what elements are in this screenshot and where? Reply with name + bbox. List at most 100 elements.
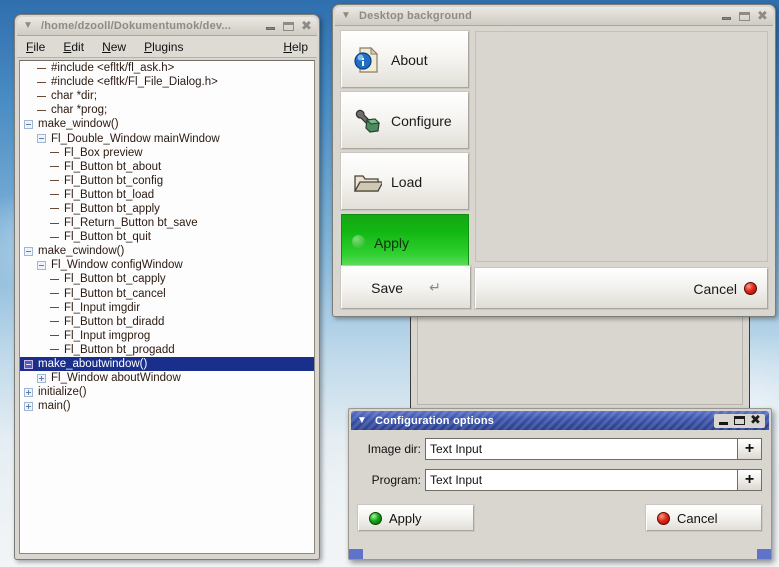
tree-node[interactable]: make_cwindow() — [20, 244, 314, 258]
configuration-options-window[interactable]: ▼ Configuration options ✖ Image dir: Tex… — [348, 408, 772, 560]
minimize-icon[interactable] — [717, 415, 730, 427]
menu-item-plugins[interactable]: Plugins — [135, 37, 192, 57]
save-button[interactable]: Save ↵ — [341, 266, 471, 309]
chevron-down-icon[interactable]: ▼ — [337, 9, 355, 24]
editor-window-controls[interactable]: ✖ — [264, 20, 313, 33]
menu-item-file[interactable]: File — [17, 37, 54, 57]
configure-button[interactable]: Configure — [341, 92, 469, 149]
collapse-toggle-icon[interactable] — [35, 134, 48, 144]
configure-button-label: Configure — [391, 112, 452, 129]
tree-node[interactable]: Fl_Button bt_diradd — [20, 315, 314, 329]
green-led-icon — [369, 511, 382, 525]
load-button[interactable]: Load — [341, 153, 469, 210]
config-apply-button[interactable]: Apply — [358, 505, 474, 531]
close-icon[interactable]: ✖ — [756, 10, 769, 23]
collapse-toggle-icon[interactable] — [22, 359, 35, 369]
tree-node-label: Fl_Input imgprog — [64, 329, 151, 342]
maximize-icon[interactable] — [733, 415, 746, 427]
tree-node[interactable]: Fl_Input imgprog — [20, 329, 314, 343]
tree-node[interactable]: Fl_Button bt_about — [20, 160, 314, 174]
collapse-toggle-icon[interactable] — [22, 119, 35, 129]
tree-node[interactable]: make_aboutwindow() — [20, 356, 314, 372]
tree-node-label: Fl_Button bt_apply — [64, 202, 160, 215]
tree-node[interactable]: initialize() — [20, 385, 314, 399]
tree-node[interactable]: Fl_Button bt_load — [20, 188, 314, 202]
tree-node[interactable]: Fl_Double_Window mainWindow — [20, 131, 314, 145]
tree-node-label: Fl_Button bt_quit — [64, 231, 151, 244]
tree-node[interactable]: Fl_Return_Button bt_save — [20, 216, 314, 230]
program-input[interactable]: Text Input — [425, 469, 737, 491]
tree-node[interactable]: Fl_Button bt_cancel — [20, 287, 314, 301]
green-led-icon — [352, 234, 368, 251]
tree-node[interactable]: Fl_Input imgdir — [20, 301, 314, 315]
tree-node[interactable]: Fl_Button bt_apply — [20, 202, 314, 216]
close-icon[interactable]: ✖ — [300, 20, 313, 33]
minimize-icon[interactable] — [264, 20, 277, 32]
background-panel — [410, 310, 750, 410]
tree-node[interactable]: Fl_Window configWindow — [20, 258, 314, 272]
tree-node[interactable]: make_window() — [20, 117, 314, 131]
about-button[interactable]: About — [341, 31, 469, 88]
configuration-titlebar[interactable]: ▼ Configuration options ✖ — [351, 411, 769, 430]
folder-icon — [352, 167, 385, 197]
tree-node[interactable]: #include <efltk/Fl_File_Dialog.h> — [20, 75, 314, 89]
tree-node[interactable]: Fl_Window aboutWindow — [20, 371, 314, 385]
tree-node-label: initialize() — [38, 386, 87, 399]
desktop-background-window-controls[interactable]: ✖ — [720, 10, 769, 23]
collapse-toggle-icon[interactable] — [35, 260, 48, 270]
tree-node[interactable]: #include <efltk/fl_ask.h> — [20, 61, 314, 75]
chevron-down-icon[interactable]: ▼ — [353, 413, 371, 428]
tree-node[interactable]: char *dir; — [20, 89, 314, 103]
desktop-background-titlebar[interactable]: ▼ Desktop background ✖ — [335, 7, 773, 26]
chevron-down-icon[interactable]: ▼ — [19, 19, 37, 34]
tree-node[interactable]: char *prog; — [20, 103, 314, 117]
editor-window[interactable]: ▼ /home/dzooll/Dokumentumok/dev... ✖ Fil… — [14, 14, 320, 560]
editor-titlebar[interactable]: ▼ /home/dzooll/Dokumentumok/dev... ✖ — [17, 17, 317, 36]
maximize-icon[interactable] — [282, 20, 295, 32]
tree-branch-icon — [48, 236, 61, 238]
apply-button-label: Apply — [374, 234, 410, 251]
expand-toggle-icon[interactable] — [35, 373, 48, 383]
desktop-background-window[interactable]: ▼ Desktop background ✖ About Configure L… — [332, 4, 776, 317]
tree-node-label: Fl_Window aboutWindow — [51, 372, 181, 385]
tree-node[interactable]: main() — [20, 399, 314, 413]
tree-branch-icon — [48, 335, 61, 337]
tree-node[interactable]: Fl_Box preview — [20, 146, 314, 160]
maximize-icon[interactable] — [738, 10, 751, 22]
editor-menubar[interactable]: File Edit New Plugins Help — [17, 36, 317, 58]
tree-node[interactable]: Fl_Button bt_progadd — [20, 343, 314, 357]
tree-branch-icon — [48, 278, 61, 280]
configuration-window-controls[interactable]: ✖ — [714, 413, 765, 428]
tree-node[interactable]: Fl_Button bt_capply — [20, 272, 314, 286]
source-tree[interactable]: #include <efltk/fl_ask.h> #include <efltk… — [19, 60, 315, 554]
program-add-button[interactable]: + — [737, 469, 762, 491]
tree-branch-icon — [48, 307, 61, 309]
tree-node-label: Fl_Button bt_progadd — [64, 343, 175, 356]
menu-label-edit: dit — [71, 39, 85, 54]
expand-toggle-icon[interactable] — [22, 401, 35, 411]
tree-node-label: char *prog; — [51, 104, 108, 117]
expand-toggle-icon[interactable] — [22, 387, 35, 397]
menu-item-edit[interactable]: Edit — [54, 37, 93, 57]
image-dir-add-button[interactable]: + — [737, 438, 762, 460]
tree-branch-icon — [35, 67, 48, 69]
close-icon[interactable]: ✖ — [749, 414, 762, 427]
tree-node-label: Fl_Double_Window mainWindow — [51, 132, 220, 145]
collapse-toggle-icon[interactable] — [22, 246, 35, 256]
tree-node[interactable]: Fl_Button bt_quit — [20, 230, 314, 244]
apply-button[interactable]: Apply — [341, 214, 469, 271]
menu-item-new[interactable]: New — [93, 37, 135, 57]
config-cancel-button[interactable]: Cancel — [646, 505, 762, 531]
tree-node-label: Fl_Box preview — [64, 146, 143, 159]
config-apply-label: Apply — [389, 510, 422, 526]
tree-branch-icon — [48, 222, 61, 224]
tree-node[interactable]: Fl_Button bt_config — [20, 174, 314, 188]
menu-item-help[interactable]: Help — [274, 37, 317, 57]
window-corner-accent — [349, 549, 363, 559]
minimize-icon[interactable] — [720, 10, 733, 22]
tree-node-label: Fl_Button bt_load — [64, 188, 155, 201]
tree-node-label: Fl_Button bt_capply — [64, 273, 166, 286]
cancel-button[interactable]: Cancel — [475, 268, 768, 309]
image-dir-input[interactable]: Text Input — [425, 438, 737, 460]
preview-area — [475, 31, 768, 262]
